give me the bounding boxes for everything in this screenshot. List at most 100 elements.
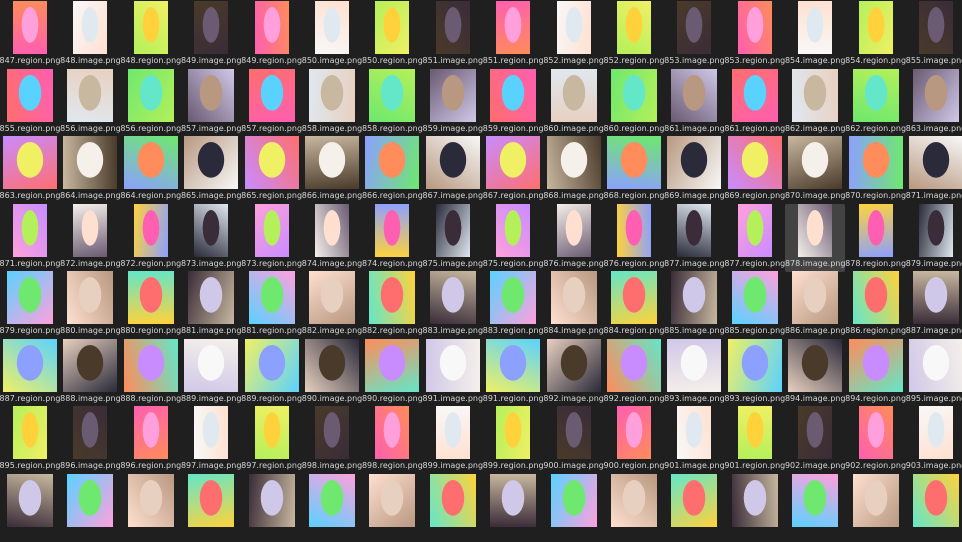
file-tile[interactable]: 875.region.png [483, 203, 544, 272]
file-tile[interactable]: 890.image.png [302, 338, 362, 407]
file-tile[interactable]: 886.region.png [845, 271, 906, 339]
file-tile[interactable]: 864.image.png [60, 136, 121, 204]
file-tile[interactable]: 857.region.png [241, 68, 302, 137]
file-tile[interactable]: 866.image.png [302, 136, 362, 204]
file-tile[interactable]: 848.region.png [120, 1, 181, 69]
file-tile[interactable]: 884.image.png [543, 271, 604, 339]
file-tile[interactable] [181, 473, 241, 542]
file-tile[interactable]: 852.image.png [543, 1, 604, 69]
file-tile[interactable] [302, 473, 362, 542]
file-tile[interactable]: 859.image.png [423, 68, 483, 137]
file-tile[interactable]: 860.image.png [543, 68, 604, 137]
file-tile[interactable] [483, 473, 543, 542]
file-tile[interactable]: 868.region.png [604, 136, 664, 204]
file-tile[interactable]: 903.image.png [906, 406, 962, 474]
file-tile[interactable]: 878.image.png [785, 203, 845, 272]
file-tile[interactable]: 855.region.png [0, 68, 60, 137]
file-tile[interactable]: 881.image.png [181, 271, 241, 339]
file-tile[interactable]: 875.image.png [423, 203, 483, 272]
file-tile[interactable]: 868.image.png [543, 136, 604, 204]
file-tile[interactable]: 867.region.png [483, 136, 544, 204]
file-tile[interactable]: 893.image.png [664, 338, 725, 407]
file-tile[interactable]: 853.image.png [664, 1, 725, 69]
file-tile[interactable]: 884.region.png [604, 271, 664, 339]
file-tile[interactable]: 860.region.png [604, 68, 664, 137]
file-tile[interactable]: 864.region.png [120, 136, 181, 204]
file-tile[interactable]: 874.image.png [302, 203, 362, 272]
file-tile[interactable] [906, 473, 962, 542]
file-tile[interactable]: 882.region.png [362, 271, 423, 339]
file-tile[interactable]: 851.image.png [423, 1, 483, 69]
file-tile[interactable]: 854.region.png [845, 1, 906, 69]
file-tile[interactable]: 866.region.png [362, 136, 423, 204]
file-tile[interactable] [60, 473, 120, 542]
file-tile[interactable]: 897.image.png [181, 406, 241, 474]
file-tile[interactable] [362, 473, 422, 542]
file-tile[interactable]: 878.region.png [845, 203, 906, 272]
file-tile[interactable]: 869.image.png [664, 136, 725, 204]
file-tile[interactable]: 848.image.png [60, 1, 121, 69]
file-tile[interactable]: 877.region.png [724, 203, 785, 272]
file-tile[interactable]: 859.region.png [483, 68, 544, 137]
file-tile[interactable]: 862.image.png [785, 68, 845, 137]
file-tile[interactable]: 900.region.png [604, 406, 664, 474]
file-tile[interactable]: 855.image.png [906, 1, 962, 69]
file-tile[interactable]: 863.image.png [906, 68, 962, 137]
file-tile[interactable]: 856.image.png [60, 68, 121, 137]
file-tile[interactable]: 894.region.png [845, 338, 906, 407]
file-tile[interactable]: 852.region.png [604, 1, 664, 69]
file-tile[interactable]: 886.image.png [785, 271, 845, 339]
file-tile[interactable]: 873.region.png [241, 203, 302, 272]
file-tile[interactable]: 888.region.png [120, 338, 181, 407]
file-tile[interactable]: 853.region.png [724, 1, 785, 69]
file-tile[interactable] [604, 473, 664, 542]
file-tile[interactable] [544, 473, 604, 542]
file-tile[interactable]: 854.image.png [785, 1, 845, 69]
file-tile[interactable]: 858.image.png [302, 68, 362, 137]
file-tile[interactable]: 887.image.png [906, 271, 962, 339]
file-tile[interactable]: 891.region.png [483, 338, 544, 407]
file-tile[interactable]: 895.image.png [906, 338, 962, 407]
file-tile[interactable]: 895.region.png [0, 406, 60, 474]
file-tile[interactable]: 882.image.png [302, 271, 362, 339]
file-tile[interactable]: 876.region.png [604, 203, 664, 272]
file-tile[interactable]: 861.region.png [724, 68, 785, 137]
file-tile[interactable] [664, 473, 724, 542]
file-tile[interactable]: 858.region.png [362, 68, 423, 137]
file-tile[interactable]: 899.image.png [423, 406, 483, 474]
file-tile[interactable]: 862.region.png [845, 68, 906, 137]
file-tile[interactable]: 865.region.png [241, 136, 302, 204]
file-tile[interactable]: 901.image.png [664, 406, 725, 474]
file-tile[interactable]: 874.region.png [362, 203, 423, 272]
file-tile[interactable]: 871.region.png [0, 203, 60, 272]
file-tile[interactable]: 847.region.png [0, 1, 60, 69]
file-tile[interactable]: 889.region.png [241, 338, 302, 407]
file-tile[interactable]: 885.region.png [724, 271, 785, 339]
file-tile[interactable]: 891.image.png [423, 338, 483, 407]
file-tile[interactable]: 876.image.png [543, 203, 604, 272]
file-tile[interactable]: 880.image.png [60, 271, 121, 339]
file-tile[interactable]: 896.image.png [60, 406, 121, 474]
file-tile[interactable]: 894.image.png [785, 338, 845, 407]
file-tile[interactable]: 867.image.png [423, 136, 483, 204]
file-tile[interactable]: 856.region.png [120, 68, 181, 137]
file-tile[interactable]: 880.region.png [120, 271, 181, 339]
file-tile[interactable]: 850.image.png [302, 1, 362, 69]
file-tile[interactable]: 888.image.png [60, 338, 121, 407]
file-tile[interactable]: 898.region.png [362, 406, 423, 474]
file-tile[interactable]: 863.region.png [0, 136, 60, 204]
file-tile[interactable] [423, 473, 483, 542]
file-tile[interactable]: 892.image.png [543, 338, 604, 407]
file-tile[interactable] [846, 473, 906, 542]
file-tile[interactable] [725, 473, 785, 542]
file-tile[interactable]: 871.image.png [906, 136, 962, 204]
file-tile[interactable]: 872.image.png [60, 203, 121, 272]
file-tile[interactable]: 897.region.png [241, 406, 302, 474]
file-tile[interactable]: 881.region.png [241, 271, 302, 339]
file-tile[interactable]: 849.region.png [241, 1, 302, 69]
file-tile[interactable]: 893.region.png [724, 338, 785, 407]
file-tile[interactable]: 869.region.png [724, 136, 785, 204]
file-tile[interactable]: 899.region.png [483, 406, 544, 474]
file-tile[interactable]: 892.region.png [604, 338, 664, 407]
file-tile[interactable]: 879.image.png [906, 203, 962, 272]
